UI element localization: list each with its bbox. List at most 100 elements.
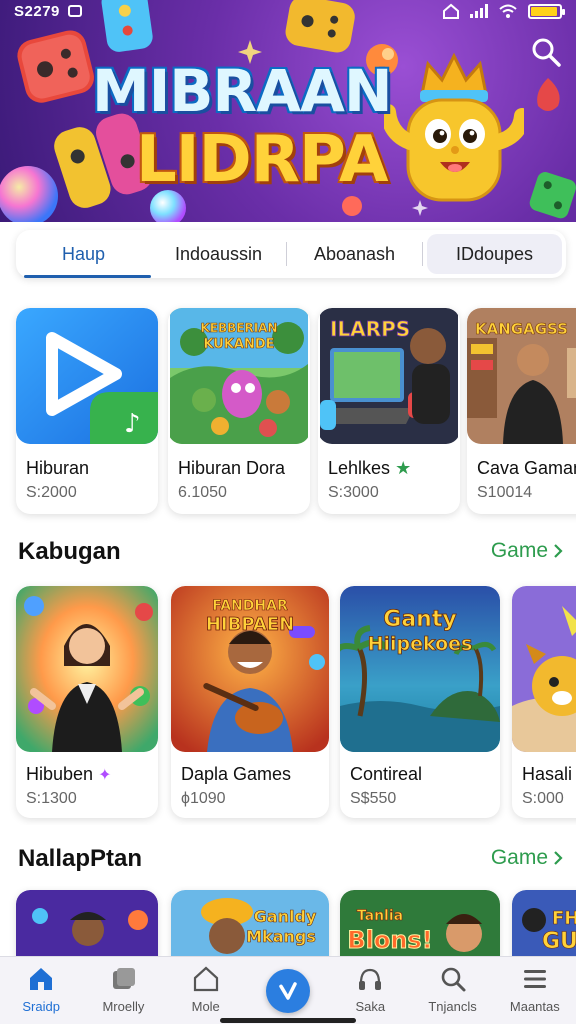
battery-icon (528, 3, 565, 19)
mascot-character (384, 52, 524, 202)
game-card[interactable]: Tanlia Blons! (340, 890, 500, 956)
wifi-icon (499, 4, 517, 18)
card-price: ϕ1090 (181, 790, 226, 807)
card-price: S:2000 (26, 484, 77, 501)
blons-man-thumbnail: Tanlia Blons! (340, 890, 500, 956)
status-time: S2279 (14, 2, 60, 20)
star-icon: ★ (395, 458, 412, 479)
game-card[interactable]: FH GU (512, 890, 576, 956)
home-icon (30, 968, 53, 990)
person-room-thumbnail: KANGAGSS (467, 308, 576, 444)
status-bar: S2279 (0, 0, 576, 22)
gamepad-status-icon (67, 5, 82, 17)
card-price: S10014 (477, 484, 533, 501)
card-price: 6.1050 (178, 484, 227, 501)
svg-text:Ganty: Ganty (383, 607, 456, 632)
chevron-right-icon (554, 544, 563, 558)
play-app-icon: ♪ (16, 308, 158, 444)
nav-item-saka[interactable]: Saka (329, 957, 411, 1024)
signal-icon (470, 4, 488, 18)
fh-gu-thumbnail: FH GU (512, 890, 576, 956)
card-title: Hasali (522, 764, 573, 784)
nav-item-sraidp[interactable]: Sraidp (0, 957, 82, 1024)
game-card[interactable]: Ganty Hiipekoes Contireal S$550 (340, 586, 500, 818)
banner-title-line1: MIBRAAN (92, 57, 392, 125)
home-indicator (220, 1018, 356, 1023)
chef-man-thumbnail: Ganldy Mkangs (171, 890, 329, 956)
game-card[interactable]: FANDHAR HIBPAEN Dapla Games ϕ1090 (171, 586, 329, 818)
app-card[interactable]: ILARPS Lehlkes ★ S:3000 (318, 308, 460, 514)
woman-character-thumbnail (16, 586, 158, 752)
svg-text:ILARPS: ILARPS (330, 317, 410, 341)
bottom-navigation: Sraidp Mroelly Mole Saka Tnjancls Maanta… (0, 956, 576, 1024)
guitar-man-thumbnail: FANDHAR HIBPAEN (171, 586, 329, 752)
nav-item-tnjancls[interactable]: Tnjancls (411, 957, 493, 1024)
card-price: S:3000 (328, 484, 379, 501)
section-heading-nallapptan: NallapPtan (18, 845, 143, 872)
thumb-text: KEBBERIAN (200, 321, 277, 335)
center-action-icon (265, 969, 310, 1013)
game-card[interactable]: Ganldy Mkangs (171, 890, 329, 956)
gamer-laptop-thumbnail: ILARPS (320, 308, 458, 444)
headphones-icon (359, 968, 382, 990)
search-icon[interactable] (530, 36, 562, 68)
card-title: Hibuben ✦ (26, 764, 112, 784)
see-more-link[interactable]: Game (491, 539, 564, 563)
house-outline-icon (193, 966, 218, 992)
banner-title-line2: LIDRPA (136, 123, 389, 197)
svg-text:♪: ♪ (124, 409, 141, 439)
man-cap-thumbnail (16, 890, 158, 956)
banner-title: MIBRAAN LIDRPA (92, 57, 392, 197)
hero-banner[interactable]: S2279 MIBRAAN LIDRPA (0, 0, 576, 222)
app-card[interactable]: ♪ Hiburan S:2000 (16, 308, 158, 514)
svg-text:FANDHAR: FANDHAR (212, 598, 288, 614)
tab-divider (422, 242, 423, 266)
cards-icon (113, 968, 136, 989)
nav-item-maantas[interactable]: Maantas (494, 957, 576, 1024)
featured-row: ♪ Hiburan S:2000 KEBBERIAN KUKANDE Hibur… (0, 300, 576, 525)
tab-indoaussin[interactable]: Indoaussin (151, 230, 286, 278)
card-title: Cava Gaman (477, 458, 576, 478)
app-card[interactable]: KEBBERIAN KUKANDE Hiburan Dora 6.1050 (168, 308, 310, 514)
svg-text:Tanlia: Tanlia (357, 908, 403, 924)
svg-text:Hiipekoes: Hiipekoes (368, 633, 473, 655)
svg-text:HIBPAEN: HIBPAEN (206, 614, 294, 635)
card-title: Dapla Games (181, 764, 292, 784)
tab-aboanash[interactable]: Aboanash (287, 230, 422, 278)
section-heading-kabugan: Kabugan (18, 538, 121, 565)
game-card[interactable]: Hibuben ✦ S:1300 (16, 586, 158, 818)
nav-item-mole[interactable]: Mole (165, 957, 247, 1024)
card-price: S:000 (522, 790, 564, 807)
kabugan-row: Hibuben ✦ S:1300 FANDHAR HIBPAEN Dapla G… (0, 580, 576, 825)
svg-text:KANGAGSS: KANGAGSS (475, 320, 568, 338)
see-more-link[interactable]: Game (491, 846, 564, 870)
cartoon-characters-thumbnail: KEBBERIAN KUKANDE (170, 308, 308, 444)
home-status-icon (443, 3, 459, 19)
svg-text:GU: GU (542, 929, 576, 954)
category-tabs: Haup Indoaussin Aboanash IDdoupes (16, 230, 566, 278)
card-price: S$550 (350, 790, 397, 807)
svg-text:Mkangs: Mkangs (246, 927, 316, 946)
card-price: S:1300 (26, 790, 77, 807)
tab-iddoupes[interactable]: IDdoupes (427, 234, 562, 274)
nallapptan-row: Ganldy Mkangs Tanlia Blons! FH GU (0, 886, 576, 956)
sparkle-icon: ✦ (98, 765, 112, 784)
chevron-right-icon (554, 851, 563, 865)
card-title: Hiburan Dora (178, 458, 286, 478)
game-card[interactable]: Hasali S:000 (512, 586, 576, 818)
cartoon-dog-thumbnail (512, 586, 576, 752)
card-title: Contireal (350, 764, 423, 784)
svg-text:Blons!: Blons! (347, 926, 432, 954)
svg-text:Ganldy: Ganldy (254, 907, 317, 926)
svg-text:KUKANDE: KUKANDE (203, 337, 274, 352)
game-card[interactable] (16, 890, 158, 956)
tab-haup[interactable]: Haup (16, 230, 151, 278)
nav-item-center-action[interactable] (247, 957, 329, 1024)
card-title: Hiburan (26, 458, 90, 478)
island-scene-thumbnail: Ganty Hiipekoes (340, 586, 500, 752)
nav-item-mroelly[interactable]: Mroelly (82, 957, 164, 1024)
app-card[interactable]: KANGAGSS Cava Gaman S10014 (467, 308, 576, 514)
search-icon (441, 967, 466, 992)
menu-icon (523, 970, 546, 988)
card-title: Lehlkes ★ (328, 458, 412, 479)
